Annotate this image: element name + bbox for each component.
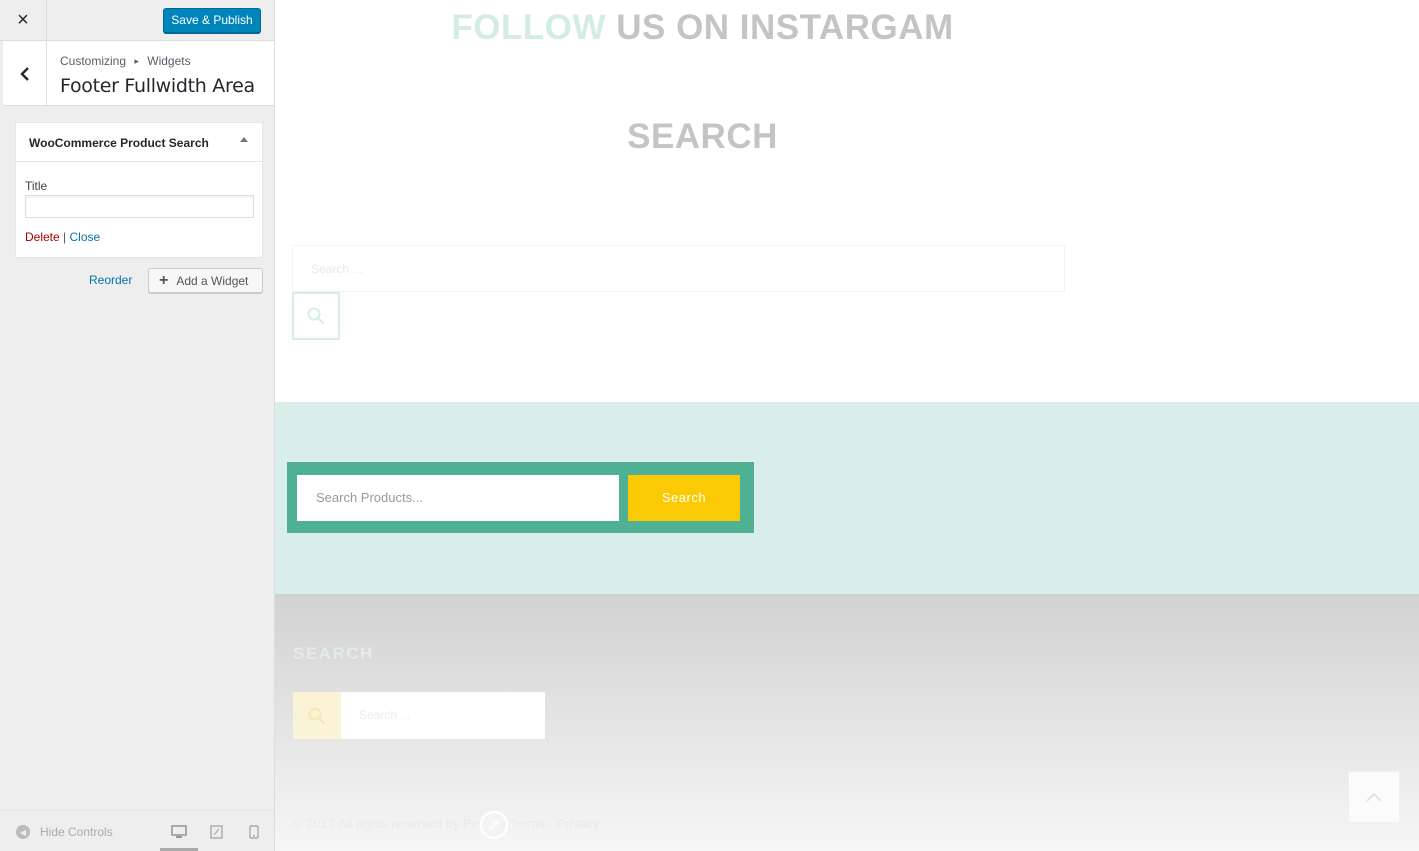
scroll-to-top-button[interactable] — [1348, 771, 1400, 823]
add-widget-label: Add a Widget — [176, 273, 249, 288]
mobile-icon[interactable] — [249, 825, 259, 839]
edit-shortcut-button[interactable] — [480, 811, 508, 839]
delete-link[interactable]: Delete — [25, 230, 60, 244]
save-publish-button[interactable]: Save & Publish — [163, 8, 261, 33]
footer-search-heading: SEARCH — [293, 644, 374, 663]
close-link[interactable]: Close — [70, 230, 101, 244]
search-button[interactable] — [292, 292, 340, 340]
links-divider: | — [63, 230, 67, 244]
close-icon: × — [17, 9, 29, 31]
footer-fullwidth-area: Search Products... Search — [275, 402, 1419, 594]
widget-actions: Delete | Close — [25, 230, 100, 244]
collapse-arrow-icon[interactable] — [240, 137, 248, 142]
instagram-heading-accent: FOLLOW — [451, 8, 606, 47]
instagram-heading: FOLLOW US ON INSTARGAM — [275, 8, 1130, 48]
customizer-sidebar: × Save & Publish Customizing ▸ Widgets F… — [0, 0, 275, 851]
section-title: Footer Fullwidth Area — [60, 75, 255, 97]
search-icon — [307, 307, 325, 325]
add-widget-button[interactable]: + Add a Widget — [148, 268, 263, 293]
hide-controls-label: Hide Controls — [40, 825, 113, 839]
search-input[interactable]: Search ... — [292, 245, 1065, 292]
widget-title: WooCommerce Product Search — [29, 136, 209, 150]
section-header: Customizing ▸ Widgets Footer Fullwidth A… — [3, 41, 274, 106]
site-preview: FOLLOW US ON INSTARGAM SEARCH Search ...… — [275, 0, 1419, 851]
product-search-input[interactable]: Search Products... — [297, 475, 619, 521]
customizer-footer: ◀ Hide Controls — [0, 810, 274, 851]
breadcrumb-separator: ▸ — [134, 56, 139, 66]
close-customizer-button[interactable]: × — [0, 0, 47, 41]
copyright-text: © 2017 All rights reserved by Pe / Terms… — [293, 816, 599, 831]
collapse-icon: ◀ — [16, 825, 30, 839]
breadcrumb-root: Customizing — [60, 54, 127, 68]
chevron-up-icon — [1366, 792, 1382, 802]
pencil-icon — [489, 820, 499, 830]
search-icon — [308, 707, 326, 724]
title-input[interactable] — [25, 195, 254, 218]
plus-icon: + — [159, 271, 169, 289]
product-search-widget: Search Products... Search — [287, 462, 754, 533]
site-footer: SEARCH Search ... © 2017 All rights rese… — [275, 594, 1419, 851]
customizer-header: × Save & Publish — [0, 0, 274, 41]
breadcrumb: Customizing ▸ Widgets — [60, 54, 191, 68]
hide-controls-button[interactable]: ◀ Hide Controls — [16, 825, 113, 839]
product-search-button[interactable]: Search — [628, 475, 740, 521]
footer-search-button[interactable] — [293, 692, 341, 739]
copyright-label: © 2017 All rights reserved by Pe — [293, 816, 479, 831]
back-button[interactable] — [3, 41, 47, 106]
search-heading: SEARCH — [627, 117, 778, 156]
widget-card: WooCommerce Product Search Title Delete … — [15, 122, 263, 258]
chevron-left-icon — [19, 66, 29, 81]
desktop-icon[interactable] — [171, 825, 187, 839]
footer-links[interactable]: / Terms · Privacy — [503, 816, 600, 831]
widget-header[interactable]: WooCommerce Product Search — [16, 123, 262, 162]
breadcrumb-current: Widgets — [147, 54, 191, 68]
instagram-heading-rest: US ON INSTARGAM — [616, 8, 954, 47]
footer-search-input[interactable]: Search ... — [341, 692, 545, 739]
title-field-label: Title — [25, 179, 48, 193]
tablet-icon[interactable] — [210, 825, 223, 839]
reorder-link[interactable]: Reorder — [89, 273, 132, 287]
